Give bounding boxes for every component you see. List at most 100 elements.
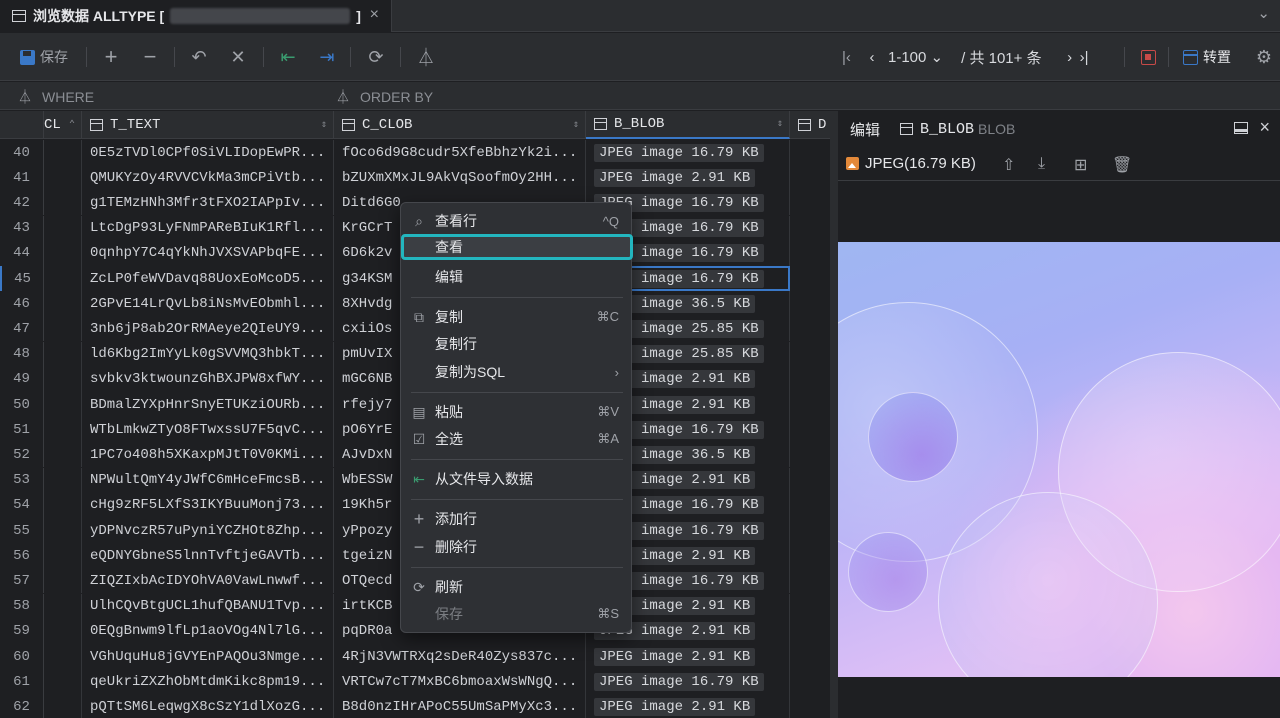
table-row[interactable]: 40 0E5zTVDl0CPf0SiVLIDopEwPR... fOco6d9G8c… — [0, 140, 830, 165]
stop-button[interactable] — [1140, 45, 1156, 69]
cell-cl[interactable] — [44, 366, 82, 392]
order-by-filter[interactable]: ⏃ ORDER BY — [336, 87, 433, 107]
cell-cl[interactable] — [44, 492, 82, 518]
next-page-icon[interactable]: › — [1060, 49, 1080, 66]
upload-icon[interactable]: ⇧ — [1002, 155, 1015, 175]
cell-t-text[interactable]: UlhCQvBtgUCL1hufQBANU1Tvp... — [82, 593, 334, 619]
save-button[interactable]: 保存 — [20, 45, 68, 69]
cell-c-clob[interactable]: bZUXmXMxJL9AkVqSoofmOy2HH... — [334, 165, 586, 191]
column-header-cl[interactable]: CL ⌃ — [44, 111, 82, 139]
cell-t-text[interactable]: ZcLP0feWVDavq88UoxEoMcoD5... — [82, 266, 334, 291]
menu-item-edit[interactable]: 编辑 — [401, 264, 633, 290]
cell-cl[interactable] — [44, 392, 82, 417]
cell-cl[interactable] — [44, 442, 82, 468]
menu-item-refresh[interactable]: ⟳ 刷新 — [401, 574, 633, 600]
cell-c-clob[interactable]: 4RjN3VWTRXq2sDeR40Zys837c... — [334, 644, 586, 669]
cell-t-text[interactable]: ZIQZIxbAcIDYOhVA0VawLnwwf... — [82, 568, 334, 594]
cell-cl[interactable] — [44, 240, 82, 266]
first-page-icon[interactable]: |‹ — [842, 49, 862, 66]
cell-cl[interactable] — [44, 618, 82, 644]
cell-t-text[interactable]: VGhUquHu8jGVYEnPAQOu3Nmge... — [82, 644, 334, 669]
cell-c-clob[interactable]: B8d0nzIHrAPoC55UmSaPMyXc3... — [334, 694, 586, 718]
cell-t-text[interactable]: 3nb6jP8ab2OrRMAeye2QIeUY9... — [82, 316, 334, 342]
cell-t-text[interactable]: 0qnhpY7C4qYkNhJVXSVAPbqFE... — [82, 240, 334, 266]
cell-cl[interactable] — [44, 644, 82, 669]
cell-cl[interactable] — [44, 694, 82, 718]
cell-cl[interactable] — [44, 165, 82, 191]
refresh-button[interactable]: ⟳ — [366, 45, 386, 69]
sort-icon[interactable]: ⇕ — [573, 119, 579, 131]
cell-cl[interactable] — [44, 593, 82, 619]
cell-t-text[interactable]: pQTtSM6LeqwgX8cSzY1dlXozG... — [82, 694, 334, 718]
cell-cl[interactable] — [44, 190, 82, 216]
column-header-t-text[interactable]: T_TEXT ⇕ — [82, 111, 334, 139]
cell-t-text[interactable]: eQDNYGbneS5lnnTvftjeGAVTb... — [82, 543, 334, 569]
cell-cl[interactable] — [44, 669, 82, 695]
menu-item-copy-as-sql[interactable]: 复制为SQL › — [401, 359, 633, 385]
insert-icon[interactable]: ⊞ — [1074, 155, 1087, 175]
cell-cl[interactable] — [44, 215, 82, 241]
menu-item-view[interactable]: 查看 — [401, 234, 633, 260]
trash-icon[interactable]: 🗑 — [1112, 155, 1132, 175]
cell-t-text[interactable]: cHg9zRF5LXfS3IKYBuuMonj73... — [82, 492, 334, 518]
cell-t-text[interactable]: 0E5zTVDl0CPf0SiVLIDopEwPR... — [82, 140, 334, 165]
menu-item-add-row[interactable]: + 添加行 — [401, 506, 633, 532]
undo-button[interactable]: ↶ — [189, 45, 209, 69]
cell-c-clob[interactable]: VRTCw7cT7MxBC6bmoaxWsWNgQ... — [334, 669, 586, 695]
table-row[interactable]: 61 qeUkriZXZhObMtdmKikc8pm19... VRTCw7cT7M… — [0, 669, 830, 695]
cell-b-blob[interactable]: JPEG image 2.91 KB — [586, 694, 790, 718]
cell-t-text[interactable]: QMUKYzOy4RVVCVkMa3mCPiVtb... — [82, 165, 334, 191]
menu-item-delete-row[interactable]: − 删除行 — [401, 534, 633, 560]
page-range-select[interactable]: 1-100 ⌄ — [888, 48, 943, 66]
menu-item-select-all[interactable]: ☑ 全选 ⌘A — [401, 426, 633, 452]
import-button[interactable]: ⇤ — [278, 45, 298, 69]
where-filter[interactable]: ⏃ WHERE — [18, 87, 94, 107]
chevron-down-icon[interactable]: ⌄ — [1257, 4, 1270, 22]
cell-cl[interactable] — [44, 543, 82, 569]
close-icon[interactable]: × — [370, 6, 379, 24]
menu-item-copy[interactable]: ⧉ 复制 ⌘C — [401, 304, 633, 330]
add-row-button[interactable]: + — [101, 44, 121, 69]
menu-item-copy-row[interactable]: 复制行 — [401, 331, 633, 357]
menu-item-paste[interactable]: ▤ 粘贴 ⌘V — [401, 399, 633, 425]
export-button[interactable]: ⇥ — [317, 45, 337, 69]
cell-cl[interactable] — [44, 568, 82, 594]
cell-cl[interactable] — [44, 266, 82, 291]
sort-icon[interactable]: ⇕ — [777, 118, 783, 130]
panel-splitter[interactable] — [830, 111, 838, 718]
column-header-d[interactable]: D — [790, 111, 830, 139]
last-page-icon[interactable]: ›| — [1080, 49, 1100, 66]
cell-cl[interactable] — [44, 316, 82, 342]
cell-t-text[interactable]: 2GPvE14LrQvLb8iNsMvEObmhl... — [82, 291, 334, 317]
menu-item-import-from-file[interactable]: ⇤ 从文件导入数据 — [401, 466, 633, 492]
cell-b-blob[interactable]: JPEG image 2.91 KB — [586, 165, 790, 191]
cancel-changes-button[interactable]: ✕ — [228, 45, 248, 69]
cell-t-text[interactable]: LtcDgP93LyFNmPAReBIuK1Rfl... — [82, 215, 334, 241]
cell-b-blob[interactable]: JPEG image 16.79 KB — [586, 140, 790, 165]
cell-t-text[interactable]: svbkv3ktwounzGhBXJPW8xfWY... — [82, 366, 334, 392]
cell-cl[interactable] — [44, 417, 82, 443]
close-icon[interactable]: × — [1259, 117, 1270, 138]
cell-t-text[interactable]: 1PC7o408h5XKaxpMJtT0V0KMi... — [82, 442, 334, 468]
prev-page-icon[interactable]: ‹ — [862, 49, 882, 66]
cell-t-text[interactable]: NPWultQmY4yJWfC6mHceFmcsB... — [82, 467, 334, 493]
column-header-c-clob[interactable]: C_CLOB ⇕ — [334, 111, 586, 139]
table-row[interactable]: 41 QMUKYzOy4RVVCVkMa3mCPiVtb... bZUXmXMxJL… — [0, 165, 830, 191]
menu-item-view-row[interactable]: ⌕ 查看行 ^Q — [401, 208, 633, 234]
cell-t-text[interactable]: 0EQgBnwm9lfLp1aoVOg4Nl7lG... — [82, 618, 334, 644]
cell-t-text[interactable]: g1TEMzHNh3Mfr3tFXO2IAPpIv... — [82, 190, 334, 216]
settings-button[interactable]: ⚙ — [1254, 45, 1274, 69]
cell-b-blob[interactable]: JPEG image 16.79 KB — [586, 669, 790, 695]
cell-cl[interactable] — [44, 467, 82, 493]
table-row[interactable]: 62 pQTtSM6LeqwgX8cSzY1dlXozG... B8d0nzIHrA… — [0, 694, 830, 718]
cell-t-text[interactable]: BDmalZYXpHnrSnyETUKziOURb... — [82, 392, 334, 417]
filter-button[interactable]: ⏃ — [416, 45, 436, 69]
cell-t-text[interactable]: qeUkriZXZhObMtdmKikc8pm19... — [82, 669, 334, 695]
delete-row-button[interactable]: − — [140, 44, 160, 69]
column-header-b-blob[interactable]: B_BLOB ⇕ — [586, 111, 790, 139]
minimize-panel-icon[interactable] — [1234, 122, 1248, 134]
cell-cl[interactable] — [44, 291, 82, 317]
sort-icon[interactable]: ⇕ — [321, 119, 327, 131]
cell-t-text[interactable]: yDPNvczR57uPyniYCZHOt8Zhp... — [82, 518, 334, 543]
cell-b-blob[interactable]: JPEG image 2.91 KB — [586, 644, 790, 669]
